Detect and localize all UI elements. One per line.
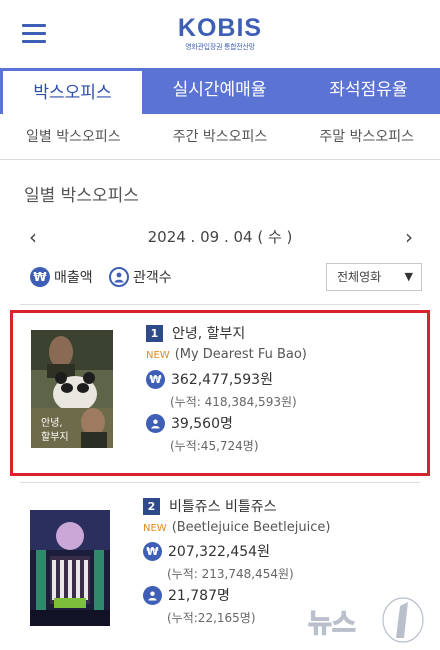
tab-weekend[interactable]: 주말 박스오피스 (293, 114, 440, 159)
original-title-row: NEW (My Dearest Fu Bao) (146, 347, 307, 362)
audience-label: 관객수 (133, 270, 172, 286)
cumulative-audience: (누적:22,165명) (167, 611, 256, 625)
cumulative-sales: (누적: 418,384,593원) (170, 395, 297, 409)
tab-seat-occupancy[interactable]: 좌석점유율 (297, 68, 440, 114)
menu-icon[interactable] (22, 24, 46, 44)
person-icon (143, 585, 162, 605)
tab-daily[interactable]: 일별 박스오피스 (0, 114, 147, 159)
filter-row: ₩ 매출액 관객수 전체영화 ▼ (0, 262, 440, 292)
dropdown-caret-icon: ▼ (404, 270, 413, 283)
tab-realtime-booking[interactable]: 실시간예매율 (142, 68, 297, 114)
movie-title[interactable]: 안녕, 할부지 (172, 323, 245, 343)
sales-radio[interactable]: ₩ 매출액 (30, 265, 93, 289)
won-icon: ₩ (30, 267, 50, 287)
person-icon (146, 413, 165, 433)
section-title: 일별 박스오피스 (24, 186, 139, 206)
tab-weekly[interactable]: 주간 박스오피스 (147, 114, 294, 159)
movie-item[interactable]: 안녕, 할부지 1 안녕, 할부지 NEW (My Dearest Fu Bao… (10, 310, 430, 476)
sales-row: ₩ 207,322,454원 (143, 541, 270, 561)
cumulative-audience: (누적:45,724명) (170, 439, 259, 453)
daily-sales: 207,322,454원 (168, 544, 270, 560)
won-icon: ₩ (146, 369, 165, 389)
divider (20, 304, 420, 305)
svg-text:안녕,: 안녕, (41, 417, 63, 429)
rank-row: 2 비틀쥬스 비틀쥬스 (143, 496, 277, 516)
daily-audience: 39,560명 (171, 416, 233, 432)
original-title: (Beetlejuice Beetlejuice) (171, 520, 331, 535)
movie-type-select[interactable]: 전체영화 ▼ (326, 263, 422, 291)
select-value: 전체영화 (337, 270, 382, 284)
current-date: 2024 . 09 . 04 ( 수 ) (147, 228, 293, 246)
divider (20, 482, 420, 483)
rank-row: 1 안녕, 할부지 (146, 323, 245, 343)
new-badge: NEW (146, 350, 170, 361)
won-icon: ₩ (143, 541, 162, 561)
logo-text: KOBIS (177, 14, 263, 42)
sales-row: ₩ 362,477,593원 (146, 369, 273, 389)
logo-subtitle: 영화관입장권 통합전산망 (185, 43, 255, 51)
daily-audience: 21,787명 (168, 588, 230, 604)
header: KOBIS 영화관입장권 통합전산망 (0, 0, 440, 68)
main-tabs: 박스오피스 실시간예매율 좌석점유율 (0, 68, 440, 114)
movie-poster[interactable] (30, 510, 110, 626)
rank-badge: 1 (146, 324, 163, 342)
svg-text:뉴스: 뉴스 (308, 609, 356, 639)
news1-watermark-logo: 뉴스 (307, 594, 428, 646)
daily-sales: 362,477,593원 (171, 372, 273, 388)
cumulative-sales: (누적: 213,748,454원) (167, 567, 294, 581)
movie-poster[interactable]: 안녕, 할부지 (31, 330, 113, 448)
audience-row: 39,560명 (146, 413, 233, 433)
person-icon (109, 267, 129, 287)
movie-title[interactable]: 비틀쥬스 비틀쥬스 (169, 496, 277, 516)
sub-tabs: 일별 박스오피스 주간 박스오피스 주말 박스오피스 (0, 114, 440, 160)
tab-box-office[interactable]: 박스오피스 (0, 68, 142, 114)
chevron-right-icon[interactable]: › (394, 222, 424, 252)
audience-row: 21,787명 (143, 585, 230, 605)
audience-radio[interactable]: 관객수 (109, 265, 172, 289)
svg-text:할부지: 할부지 (41, 431, 69, 443)
new-badge: NEW (143, 523, 167, 534)
original-title-row: NEW (Beetlejuice Beetlejuice) (143, 520, 330, 535)
sales-label: 매출액 (54, 270, 93, 286)
rank-badge: 2 (143, 497, 160, 515)
date-navigator: ‹ 2024 . 09 . 04 ( 수 ) › (0, 222, 440, 252)
kobis-logo[interactable]: KOBIS 영화관입장권 통합전산망 (175, 14, 265, 52)
original-title: (My Dearest Fu Bao) (174, 347, 307, 362)
